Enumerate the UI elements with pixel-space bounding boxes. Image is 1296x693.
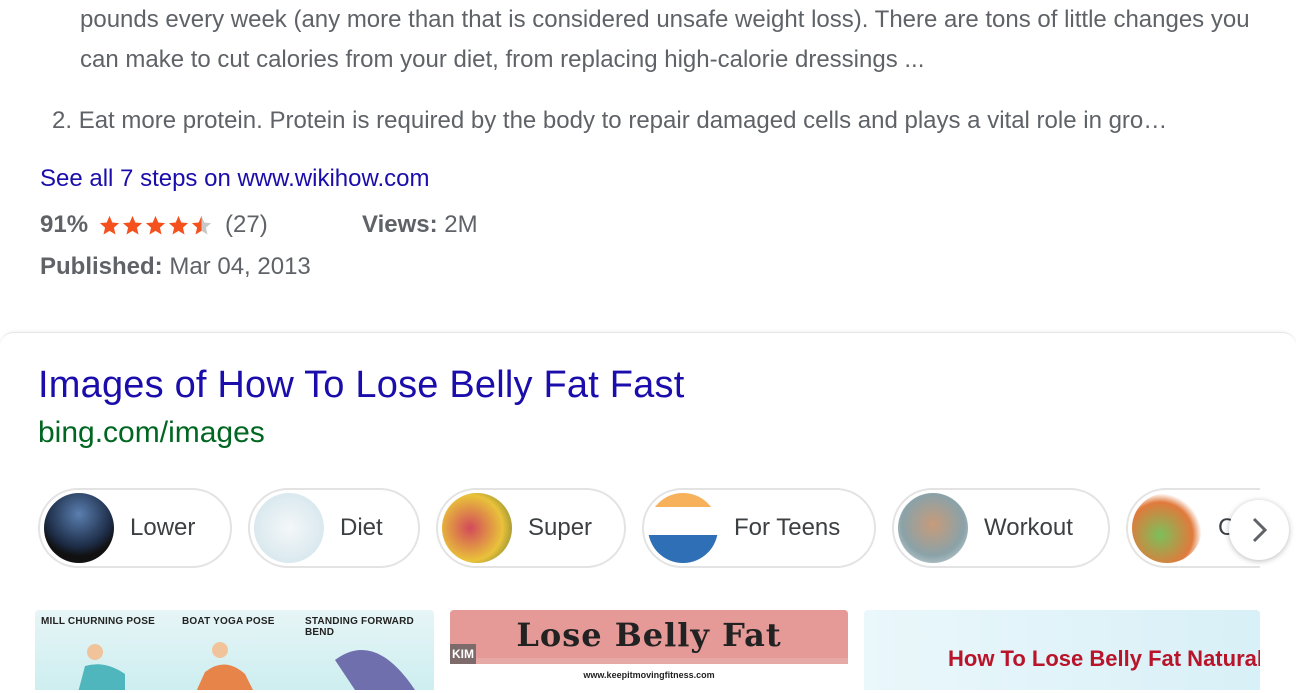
chip-label: Lower [130,514,196,541]
star-icon [145,215,166,235]
rating-stars [98,214,213,237]
views: Views: 2M [362,211,478,239]
tile-site-url: www.keepitmovingfitness.com [583,670,715,680]
chip-label: For Teens [734,514,841,541]
views-label: Views: [362,211,438,238]
images-source-url: bing.com/images [38,416,265,449]
rating-row: 91% (27) [40,211,268,239]
chip-label: Diet [340,514,383,541]
views-value: 2M [444,211,478,238]
published-date: Published: Mar 04, 2013 [40,253,311,281]
star-icon [168,215,189,235]
step-1-text: pounds every week (any more than that is… [80,6,1250,73]
rating-percent: 91% [40,211,89,238]
chip-workout[interactable]: Workout [892,488,1110,568]
image-result-tile[interactable]: MILL CHURNING POSE BOAT YOGA POSE STANDI… [35,610,434,690]
star-icon [122,215,143,235]
tile-title: How To Lose Belly Fat Naturally & [948,646,1260,671]
step-2-number: 2. [52,107,73,134]
tile-title: Lose Belly Fat [516,616,782,654]
published-value: Mar 04, 2013 [169,253,311,280]
see-all-steps-link[interactable]: See all 7 steps on www.wikihow.com [40,165,430,193]
step-2: 2. Eat more protein. Protein is required… [52,101,1252,141]
chip-thumbnail [898,493,968,563]
star-icon [99,215,120,235]
chip-thumbnail [44,493,114,563]
chip-thumbnail [648,493,718,563]
tile-logo: KIM [450,644,476,664]
chip-thumbnail [254,493,324,563]
chip-label: Workout [984,514,1073,541]
chevron-right-icon [1252,517,1268,543]
rating-count: (27) [225,211,268,238]
next-chips-button[interactable] [1229,500,1289,560]
image-result-tile[interactable]: Lose Belly Fat KIM www.keepitmovingfitne… [450,610,848,690]
chip-diet[interactable]: Diet [248,488,420,568]
images-section-title[interactable]: Images of How To Lose Belly Fat Fast [38,364,684,407]
step-2-text: Eat more protein. Protein is required by… [78,107,1168,134]
chip-thumbnail [442,493,512,563]
half-star-icon [191,215,212,235]
chip-lower[interactable]: Lower [38,488,232,568]
yoga-illustration [78,642,415,690]
published-label: Published: [40,253,163,280]
chip-label: Super [528,514,593,541]
chip-thumbnail [1132,493,1202,563]
chip-super[interactable]: Super [436,488,626,568]
image-filter-chips: Lower Diet Super For Teens Workout C [38,488,1260,572]
image-result-tile[interactable]: How To Lose Belly Fat Naturally & [864,610,1260,690]
chip-for-teens[interactable]: For Teens [642,488,876,568]
